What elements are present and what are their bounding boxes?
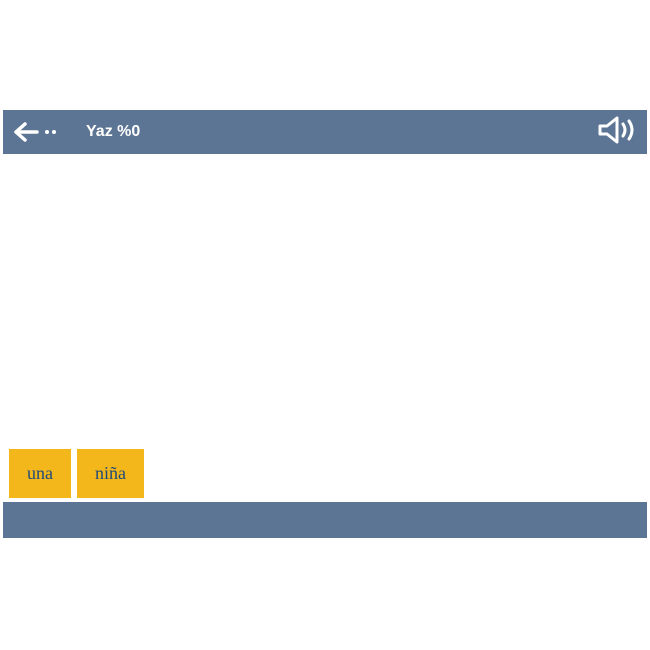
menu-dots-icon [45, 130, 56, 134]
main-area: una niña [3, 154, 647, 502]
speaker-icon [597, 115, 637, 145]
back-button[interactable] [13, 120, 56, 144]
speaker-button[interactable] [597, 115, 637, 150]
word-chip-nina[interactable]: niña [77, 449, 144, 498]
header-bar: Yaz %0 [3, 110, 647, 154]
footer-gap [3, 538, 647, 546]
word-bank: una niña [3, 449, 150, 502]
back-arrow-icon [13, 120, 41, 144]
answer-bar[interactable] [3, 502, 647, 538]
word-chip-una[interactable]: una [9, 449, 71, 498]
page-title: Yaz %0 [86, 123, 140, 141]
app-container: Yaz %0 una niña [3, 110, 647, 546]
